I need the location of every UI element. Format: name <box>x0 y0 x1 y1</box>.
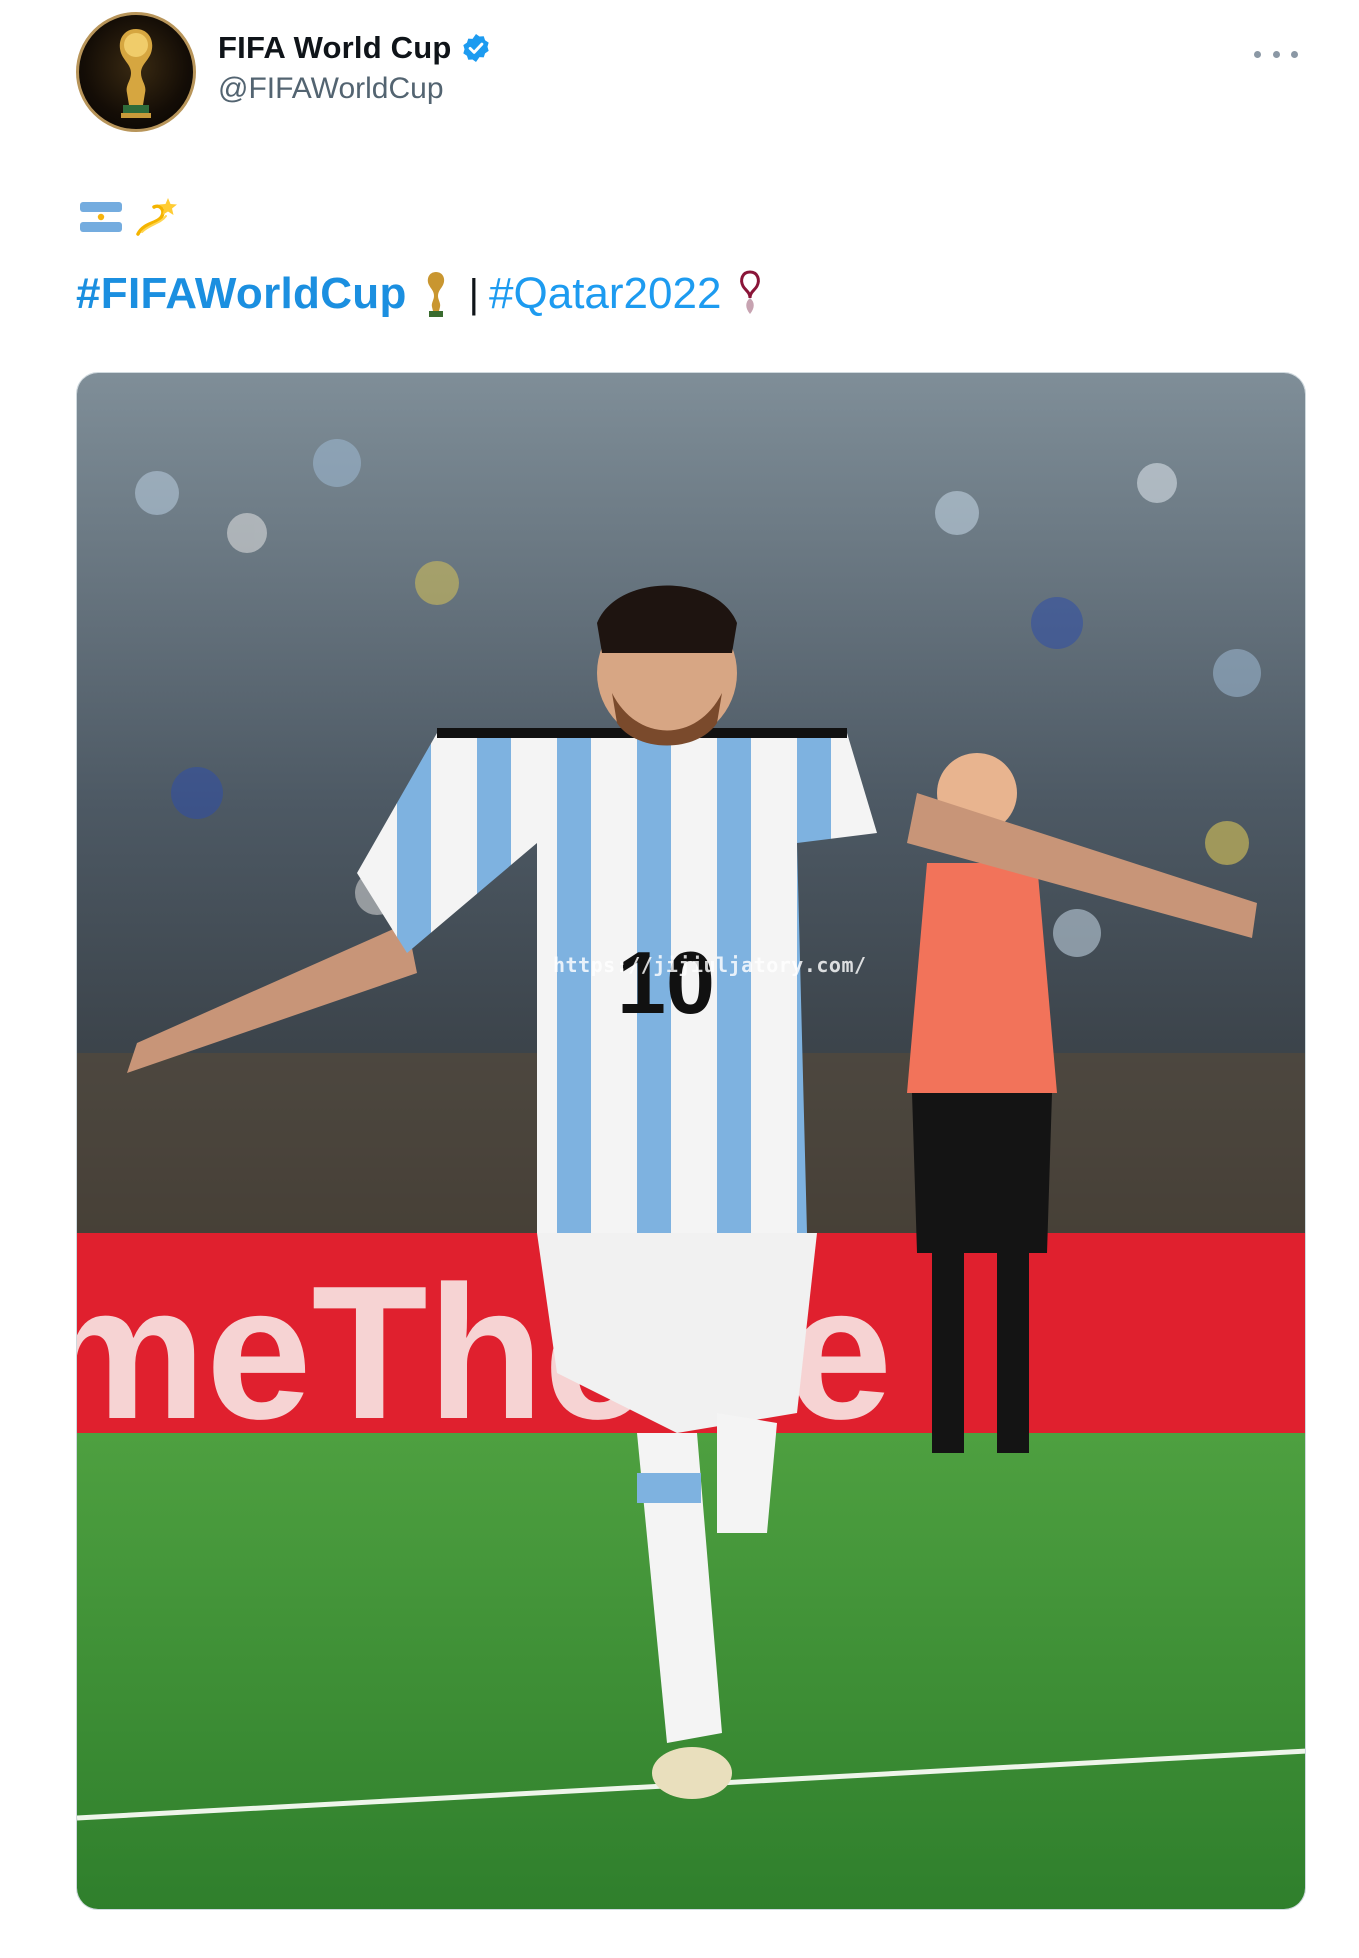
dizzy-emoji-icon <box>136 198 177 236</box>
photo-watermark: https://jijiuljatory.com/ <box>553 953 867 977</box>
author-avatar[interactable] <box>76 12 196 132</box>
jersey-number: 10 <box>617 933 715 1032</box>
author-handle[interactable]: @FIFAWorldCup <box>218 72 492 106</box>
hashtag-qatar2022[interactable]: #Qatar2022 <box>489 269 721 319</box>
hashtag-fifaworldcup[interactable]: #FIFAWorldCup <box>76 269 407 319</box>
qatar2022-emblem-icon <box>740 270 761 314</box>
more-options-icon[interactable] <box>1254 44 1298 64</box>
author-display-name[interactable]: FIFA World Cup <box>218 30 452 66</box>
tweet-hashtags: #FIFAWorldCup | #Qatar2022 <box>76 268 765 320</box>
trophy-emoji-icon <box>427 272 444 317</box>
world-cup-trophy-icon <box>119 29 153 118</box>
tweet-header: FIFA World Cup @FIFAWorldCup <box>76 12 1306 136</box>
argentina-flag-icon <box>80 202 122 232</box>
hashtag-separator: | <box>468 271 480 316</box>
tweet-photo[interactable]: meTheBe 10 https://jijiuljatory.com/ <box>76 372 1306 1910</box>
tweet-emoji-line <box>80 192 178 242</box>
celebration-photo: meTheBe 10 <box>77 373 1305 1909</box>
verified-badge-icon <box>462 34 489 62</box>
